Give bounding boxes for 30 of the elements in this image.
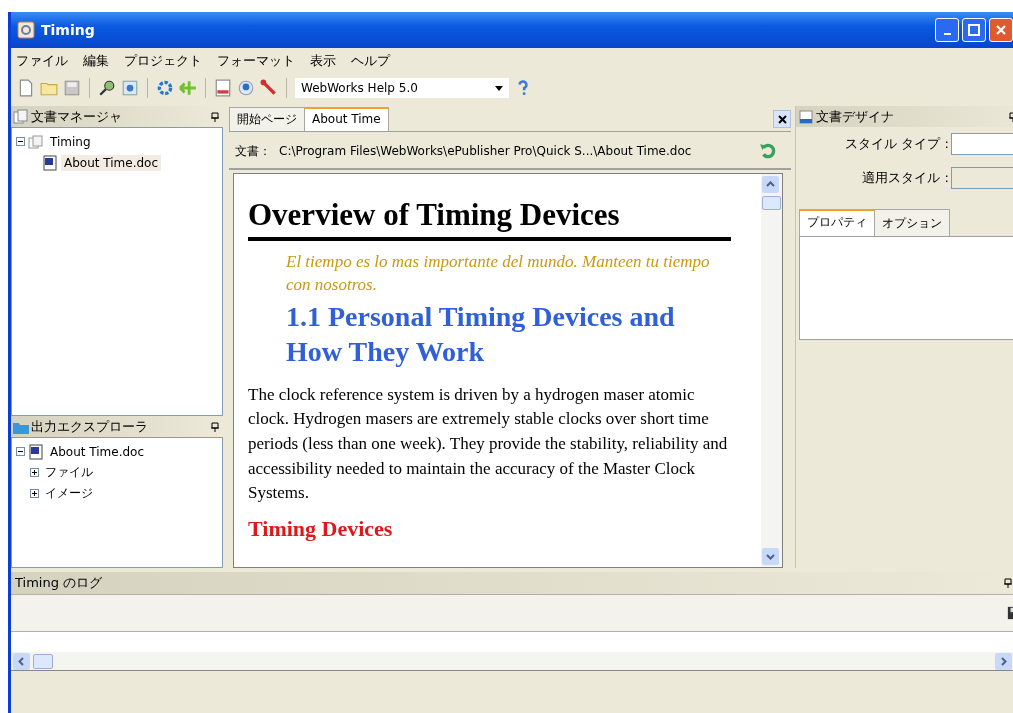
panel-title: Timing のログ [15, 574, 103, 592]
document-path: C:\Program Files\WebWorks\ePublisher Pro\Quick S...\About Time.doc [279, 144, 692, 158]
panel-title: 文書デザイナ [816, 107, 894, 126]
path-label: 文書： [235, 142, 271, 160]
tree-item[interactable]: About Time.doc [61, 154, 162, 171]
format-dropdown[interactable]: WebWorks Help 5.0 [295, 78, 509, 98]
menu-item[interactable]: フォーマット [217, 52, 295, 70]
tree-item[interactable]: ファイル [42, 463, 96, 482]
quote-text: El tiempo es lo mas importante del mundo. Manteen tu tiempo con nosotros. [286, 250, 711, 296]
document-heading: Overview of Timing Devices [248, 196, 731, 241]
body-paragraph: The clock reference system is driven by a hydrogen maser atomic clock. Hydrogen masers are extremely stable clocks over short time periods (less than one week). They provide the stability, reliability and accessibility needed to maintain the accuracy of the Master Clock Systems. [248, 383, 729, 505]
designer-tab[interactable]: オプション [874, 209, 950, 236]
section-heading: 1.1 Personal Timing Devices and How They Work [286, 299, 676, 369]
menu-item[interactable]: 編集 [83, 52, 109, 70]
menu-item[interactable]: 表示 [310, 52, 336, 70]
window-title: Timing [41, 22, 95, 38]
editor-tab[interactable]: 開始ページ [229, 107, 305, 131]
editor-tab[interactable]: About Time [304, 107, 389, 131]
tree-item[interactable]: イメージ [42, 484, 96, 503]
menu-item[interactable]: ファイル [16, 52, 68, 70]
menu-item[interactable]: ヘルプ [351, 52, 390, 70]
panel-title: 文書マネージャ [31, 107, 122, 126]
field-label: 適用スタイル : [862, 169, 949, 187]
tree-item[interactable]: About Time.doc [47, 443, 148, 460]
panel-title: 出力エクスプローラ [31, 417, 148, 436]
field-label: スタイル タイプ : [845, 135, 949, 153]
tree-item[interactable]: Timing [47, 133, 94, 150]
menu-item[interactable]: プロジェクト [124, 52, 202, 70]
designer-tab[interactable]: プロパティ [799, 209, 875, 236]
section-heading: Timing Devices [248, 515, 394, 542]
